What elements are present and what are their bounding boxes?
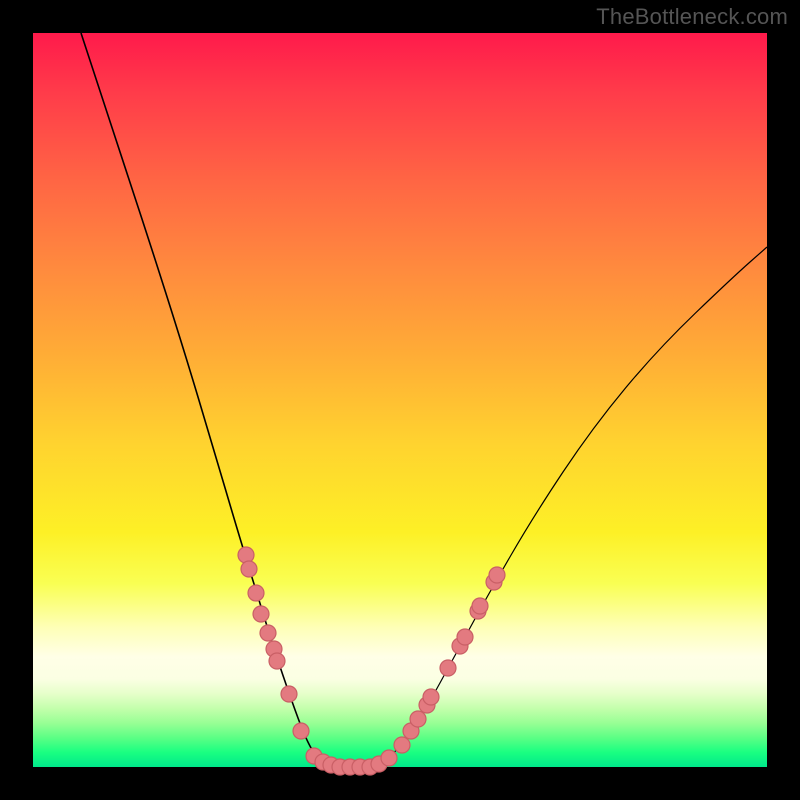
dot-right-7	[457, 629, 473, 645]
dot-right-9	[472, 598, 488, 614]
dot-bottom-8	[381, 750, 397, 766]
dot-right-11	[489, 567, 505, 583]
plot-area	[33, 33, 767, 767]
left-curve	[81, 33, 348, 767]
dot-left-2	[248, 585, 264, 601]
dot-right-4	[423, 689, 439, 705]
right-curve	[348, 247, 767, 767]
dot-left-1	[241, 561, 257, 577]
dot-right-5	[440, 660, 456, 676]
dot-left-8	[293, 723, 309, 739]
dot-left-0	[238, 547, 254, 563]
dot-left-6	[269, 653, 285, 669]
dot-left-3	[253, 606, 269, 622]
dot-right-0	[394, 737, 410, 753]
curve-svg	[33, 33, 767, 767]
dot-left-7	[281, 686, 297, 702]
dot-right-2	[410, 711, 426, 727]
dot-left-4	[260, 625, 276, 641]
chart-container: TheBottleneck.com	[0, 0, 800, 800]
watermark-text: TheBottleneck.com	[596, 4, 788, 30]
